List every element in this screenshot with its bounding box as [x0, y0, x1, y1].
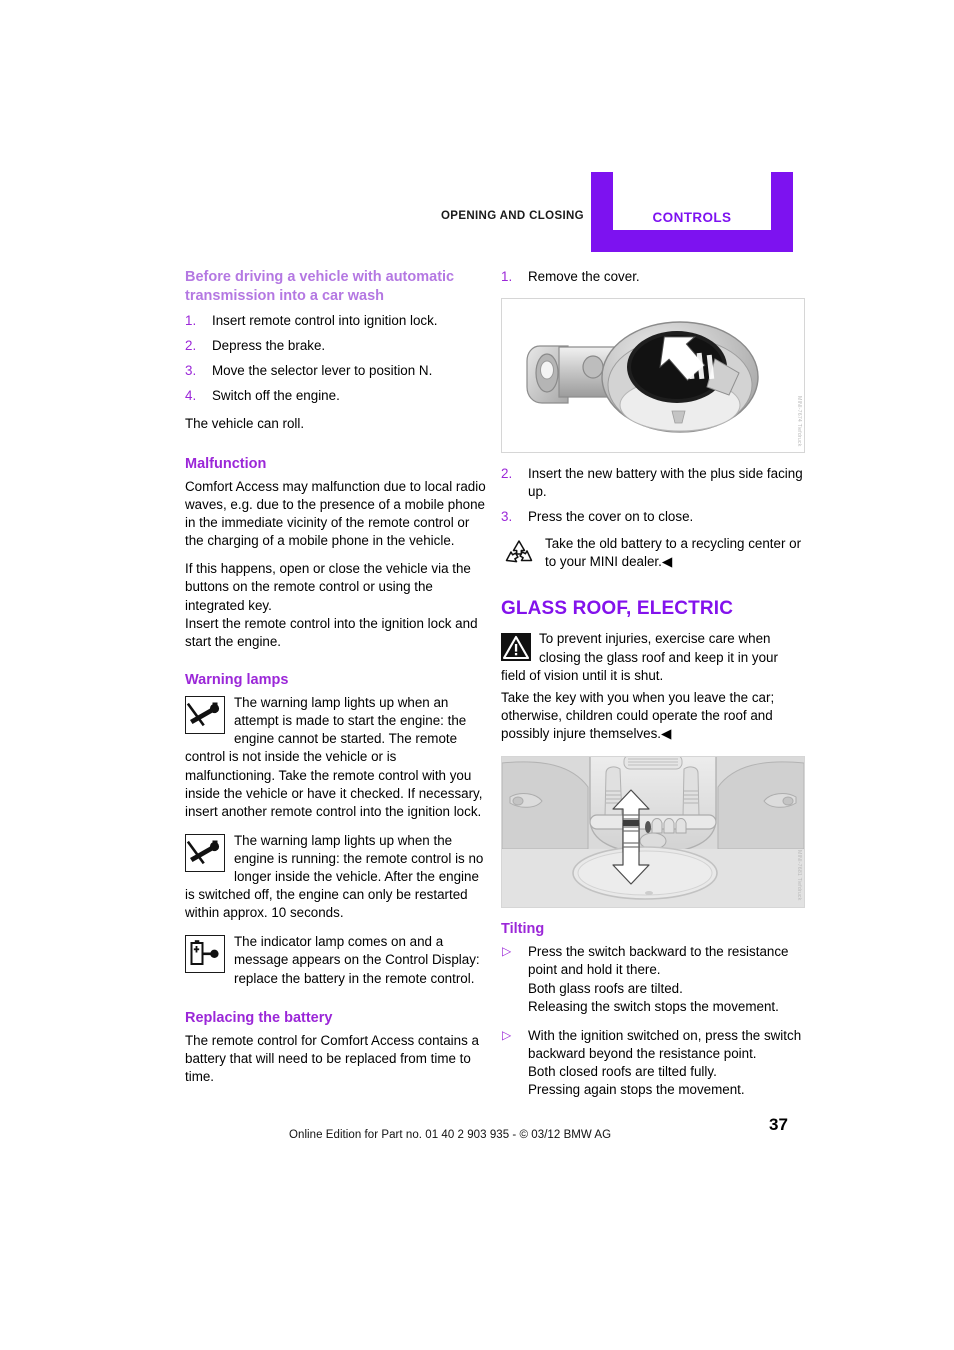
- battery-step-1-list: 1. Remove the cover.: [501, 268, 805, 286]
- step-text: Move the selector lever to position N.: [212, 363, 433, 379]
- step-number: 4.: [185, 388, 197, 404]
- step-number: 3.: [501, 509, 513, 525]
- malfunction-paragraph-2: If this happens, open or close the vehic…: [185, 561, 471, 613]
- header-accent-bracket: CONTROLS: [591, 172, 793, 252]
- list-item: 2. Insert the new battery with the plus …: [501, 465, 805, 501]
- figure-caption-2: MINI-7681 Tiefdruck: [796, 850, 802, 901]
- tilting-bullet-2-line-3: Pressing again stops the movement.: [528, 1082, 745, 1098]
- header-chapter-label: CONTROLS: [652, 210, 732, 225]
- step-number: 3.: [185, 363, 197, 379]
- tilting-bullet-1-line-2: Both glass roofs are tilted.: [528, 980, 683, 996]
- carwash-heading: Before driving a vehicle with automatic …: [185, 269, 455, 304]
- recycling-icon: [503, 538, 537, 568]
- replacing-battery-heading: Replacing the battery: [185, 1009, 333, 1026]
- tilting-bullet-2-line-2: Both closed roofs are tilted fully.: [528, 1063, 717, 1079]
- end-mark: ◀: [661, 554, 673, 570]
- header-section-label: OPENING AND CLOSING: [441, 210, 584, 222]
- tilting-bullet-1-line-3: Releasing the switch stops the movement.: [528, 998, 779, 1014]
- list-item: 1. Insert remote control into ignition l…: [185, 312, 489, 330]
- warning-lamps-heading: Warning lamps: [185, 671, 289, 688]
- roof-console-switch-illustration: MINI-7681 Tiefdruck: [501, 755, 805, 908]
- battery-key-icon: [185, 935, 225, 974]
- warning-lamp-item-2: The warning lamp lights up when the engi…: [185, 832, 489, 922]
- end-mark: ◀: [661, 725, 672, 741]
- figure-caption-1: MINI-7674 Tiefdruck: [796, 395, 802, 447]
- malfunction-heading: Malfunction: [185, 455, 267, 472]
- step-number: 2.: [185, 338, 197, 354]
- key-fob-battery-illustration: MINI-7674 Tiefdruck: [501, 298, 805, 454]
- list-item: 3. Press the cover on to close.: [501, 508, 805, 526]
- glass-roof-warning-paragraph-2: Take the key with you when you leave the…: [501, 689, 805, 743]
- step-text: Insert remote control into ignition lock…: [212, 313, 438, 329]
- triangle-bullet-icon: ▷: [502, 944, 512, 959]
- step-text: Remove the cover.: [528, 269, 640, 284]
- list-item: 3. Move the selector lever to position N…: [185, 362, 489, 380]
- replacing-battery-paragraph: The remote control for Comfort Access co…: [185, 1032, 479, 1085]
- running-header: OPENING AND CLOSING CONTROLS: [185, 172, 793, 252]
- bracket-bottom-bar: [591, 230, 793, 252]
- recycling-note: Take the old battery to a recycling cent…: [501, 535, 805, 571]
- key-crossed-out-icon: [185, 833, 225, 872]
- malfunction-paragraph-3: Insert the remote control into the ignit…: [185, 615, 478, 649]
- carwash-after-text: The vehicle can roll.: [185, 416, 305, 432]
- glass-roof-warning-text-1: To prevent injuries, exercise care when …: [501, 631, 778, 683]
- carwash-steps: 1. Insert remote control into ignition l…: [185, 312, 489, 405]
- list-item: ▷ Press the switch backward to the resis…: [501, 943, 805, 1015]
- tilting-bullets: ▷ Press the switch backward to the resis…: [501, 943, 805, 1099]
- warning-lamp-item-3: The indicator lamp comes on and a messag…: [185, 933, 489, 987]
- right-column: 1. Remove the cover. MINI-7674 Tiefdruck…: [501, 268, 805, 1109]
- manual-page: OPENING AND CLOSING CONTROLS Before driv…: [0, 0, 954, 1350]
- glass-roof-warning: To prevent injuries, exercise care when …: [501, 630, 805, 684]
- step-text: Insert the new battery with the plus sid…: [528, 466, 803, 500]
- step-text: Depress the brake.: [212, 338, 326, 354]
- triangle-bullet-icon: ▷: [502, 1027, 512, 1042]
- tilting-heading: Tilting: [501, 920, 545, 937]
- step-number: 1.: [501, 269, 513, 284]
- left-column: Before driving a vehicle with automatic …: [185, 268, 489, 1096]
- list-item: 1. Remove the cover.: [501, 268, 805, 286]
- malfunction-paragraph-1: Comfort Access may malfunction due to lo…: [185, 478, 486, 549]
- warning-lamp-text-1: The warning lamp lights up when an attem…: [185, 695, 483, 819]
- tilting-bullet-2-line-1: With the ignition switched on, press the…: [528, 1027, 802, 1061]
- glass-roof-heading: GLASS ROOF, ELECTRIC: [501, 597, 734, 619]
- page-number: 37: [769, 1115, 788, 1134]
- step-number: 1.: [185, 313, 197, 329]
- tilting-bullet-1-line-1: Press the switch backward to the resista…: [528, 944, 789, 978]
- glass-roof-warning-text-2: Take the key with you when you leave the…: [501, 689, 775, 741]
- list-item: 4. Switch off the engine.: [185, 387, 489, 405]
- warning-lamp-text-3: The indicator lamp comes on and a messag…: [234, 934, 480, 986]
- footer-edition-text: Online Edition for Part no. 01 40 2 903 …: [289, 1129, 612, 1141]
- battery-steps-2-3: 2. Insert the new battery with the plus …: [501, 465, 805, 526]
- step-text: Press the cover on to close.: [528, 509, 694, 525]
- recycling-note-text: Take the old battery to a recycling cent…: [545, 536, 802, 570]
- list-item: 2. Depress the brake.: [185, 337, 489, 355]
- warning-lamp-text-2: The warning lamp lights up when the engi…: [185, 832, 484, 921]
- key-crossed-out-icon: [185, 696, 225, 735]
- list-item: ▷ With the ignition switched on, press t…: [501, 1027, 805, 1099]
- step-text: Switch off the engine.: [212, 388, 340, 404]
- warning-triangle-icon: [501, 633, 531, 662]
- warning-lamp-item-1: The warning lamp lights up when an attem…: [185, 694, 489, 821]
- step-number: 2.: [501, 466, 513, 482]
